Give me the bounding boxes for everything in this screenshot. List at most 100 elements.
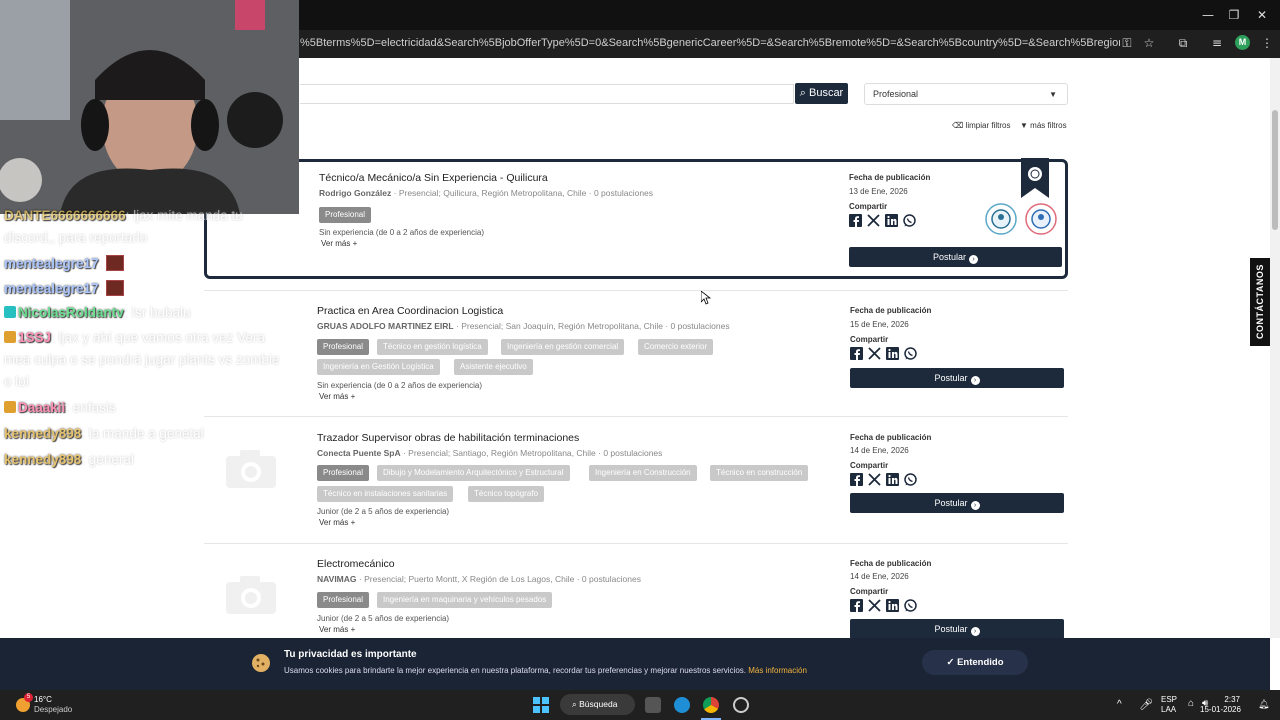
linkedin-icon[interactable]	[885, 214, 898, 227]
chat-username: mentealegre17	[4, 281, 99, 296]
x-twitter-icon[interactable]	[868, 347, 881, 360]
job-title-link[interactable]: Técnico/a Mecánico/a Sin Experiencia - Q…	[319, 172, 548, 184]
settings-gear-icon[interactable]	[733, 697, 749, 713]
job-title-link[interactable]: Practica en Area Coordinacion Logistica	[317, 305, 503, 317]
chat-message: Daaakii: enfasis	[4, 400, 116, 415]
extensions-icon[interactable]: ⧉	[1174, 34, 1192, 52]
contact-us-tab[interactable]: CONTÁCTANOS	[1250, 258, 1270, 346]
share-label: Compartir	[850, 587, 889, 596]
facebook-icon[interactable]	[850, 347, 863, 360]
whatsapp-icon[interactable]	[904, 347, 917, 360]
publication-label: Fecha de publicación	[850, 433, 932, 442]
password-key-icon[interactable]: ⚿	[1118, 34, 1136, 52]
career-tag: Comercio exterior	[638, 339, 714, 355]
scrollbar-thumb[interactable]	[1272, 110, 1278, 230]
search-button[interactable]: ⌕ Buscar	[795, 83, 848, 104]
minimize-icon[interactable]: —	[1194, 6, 1222, 24]
microphone-icon[interactable]: 🎤︎	[1139, 698, 1153, 711]
whatsapp-icon[interactable]	[904, 599, 917, 612]
apply-button[interactable]: Postular ›	[850, 493, 1064, 513]
windows-start-icon[interactable]	[533, 697, 549, 713]
restore-icon[interactable]: ❐	[1220, 6, 1248, 24]
publication-label: Fecha de publicación	[850, 559, 932, 568]
chat-emote-icon	[106, 280, 125, 296]
career-tag: Profesional	[317, 465, 370, 481]
search-icon: ⌕	[572, 699, 577, 709]
job-title-link[interactable]: Trazador Supervisor obras de habilitació…	[317, 432, 579, 444]
job-title-link[interactable]: Electromecánico	[317, 558, 395, 570]
company-name[interactable]: GRUAS ADOLFO MARTINEZ EIRL	[317, 321, 454, 331]
career-tag: Profesional	[317, 339, 370, 355]
windows-taskbar: 5 16°C Despejado ⌕ Búsqueda ^ 🎤︎ ESP LAA…	[0, 690, 1280, 720]
search-input[interactable]	[300, 84, 794, 104]
publication-date: 15 de Ene, 2026	[850, 320, 909, 329]
company-logo-placeholder-icon	[226, 450, 276, 488]
x-twitter-icon[interactable]	[868, 473, 881, 486]
cookie-icon	[252, 654, 270, 672]
cookie-title: Tu privacidad es importante	[284, 649, 417, 660]
see-more-link[interactable]: Ver más +	[319, 392, 355, 401]
linkedin-icon[interactable]	[886, 347, 899, 360]
facebook-icon[interactable]	[850, 599, 863, 612]
chat-message: NicolasRoldantv: !sr bubalu	[4, 305, 191, 320]
profile-avatar[interactable]: M	[1235, 35, 1250, 50]
mouse-cursor-icon	[701, 291, 711, 305]
chat-message: DANTE6666666666: ljax mite manda tu	[4, 208, 243, 223]
chat-message: kennedy898: general	[4, 452, 134, 467]
company-name[interactable]: Rodrigo González	[319, 188, 391, 198]
career-tag: Técnico en construcción	[710, 465, 809, 481]
divider	[204, 543, 1068, 544]
show-hidden-icons-icon[interactable]: ^	[1117, 699, 1122, 710]
chat-username: kennedy898	[4, 452, 82, 467]
keyboard-layout[interactable]: LAA	[1161, 705, 1176, 714]
close-window-icon[interactable]: ✕	[1248, 6, 1276, 24]
company-name[interactable]: Conecta Puente SpA	[317, 448, 401, 458]
clock-date[interactable]: 15-01-2026	[1200, 705, 1241, 714]
facebook-icon[interactable]	[850, 473, 863, 486]
chat-message: 1SSJ: ljax y ahí que vamos otra vez Vera	[4, 330, 265, 345]
more-info-link[interactable]: Más información	[748, 666, 807, 675]
more-filters-link[interactable]: ▼ más filtros	[1020, 121, 1067, 130]
taskbar-search[interactable]: ⌕ Búsqueda	[560, 694, 635, 715]
company-name[interactable]: NAVIMAG	[317, 574, 357, 584]
clock-time[interactable]: 2:37	[1224, 695, 1240, 704]
task-view-icon[interactable]	[645, 697, 661, 713]
chat-text: o lol	[4, 374, 29, 389]
x-twitter-icon[interactable]	[868, 599, 881, 612]
notifications-bell-icon[interactable]: 🔔︎	[1258, 699, 1269, 710]
chat-username: Daaakii	[18, 400, 66, 415]
menu-kebab-icon[interactable]: ⋮	[1258, 34, 1276, 52]
facebook-icon[interactable]	[849, 214, 862, 227]
network-icon[interactable]: ⌂	[1188, 698, 1194, 709]
experience-level: Sin experiencia (de 0 a 2 años de experi…	[319, 228, 484, 237]
accept-cookies-button[interactable]: ✓ Entendido	[922, 650, 1028, 675]
whatsapp-icon[interactable]	[904, 473, 917, 486]
edge-browser-icon[interactable]	[674, 697, 690, 713]
x-twitter-icon[interactable]	[867, 214, 880, 227]
clear-filters-link[interactable]: ⌫ limpiar filtros	[952, 121, 1010, 130]
bookmark-star-icon[interactable]: ☆	[1140, 34, 1158, 52]
chat-badge-icon	[4, 331, 16, 343]
apply-button[interactable]: Postular ›	[850, 368, 1064, 388]
address-bar[interactable]: %5Bterms%5D=electricidad&Search%5BjobOff…	[300, 32, 1120, 54]
see-more-link[interactable]: Ver más +	[321, 239, 357, 248]
see-more-link[interactable]: Ver más +	[319, 518, 355, 527]
chat-text: : general	[81, 452, 134, 467]
chrome-browser-icon[interactable]	[703, 697, 719, 713]
career-tag: Técnico topógrafo	[468, 486, 545, 502]
weather-temp: 16°C	[34, 695, 52, 704]
language-code[interactable]: ESP	[1161, 695, 1177, 704]
linkedin-icon[interactable]	[886, 473, 899, 486]
apply-button[interactable]: Postular ›	[849, 247, 1062, 267]
share-label: Compartir	[850, 461, 889, 470]
media-controls-icon[interactable]: ≡	[1208, 34, 1226, 52]
whatsapp-icon[interactable]	[903, 214, 916, 227]
career-type-select[interactable]: Profesional ▼	[864, 83, 1068, 105]
see-more-link[interactable]: Ver más +	[319, 625, 355, 634]
apply-button[interactable]: Postular ›	[850, 619, 1064, 638]
webcam-feed	[0, 0, 299, 214]
career-tag: Asistente ejecutivo	[454, 359, 533, 375]
linkedin-icon[interactable]	[886, 599, 899, 612]
chat-text: : enfasis	[65, 400, 116, 415]
eraser-icon: ⌫	[952, 121, 964, 130]
